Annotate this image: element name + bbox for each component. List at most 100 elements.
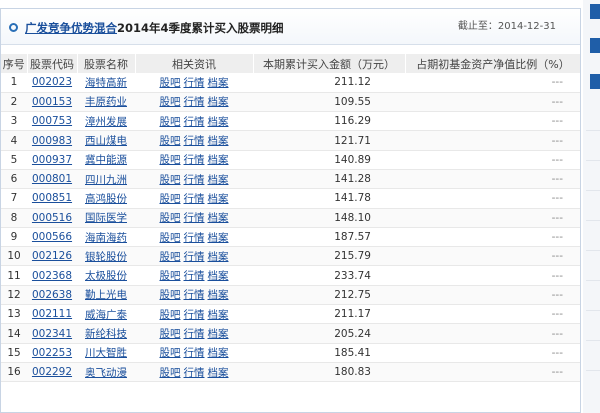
profile-link[interactable]: 档案 <box>208 328 229 340</box>
quote-link[interactable]: 行情 <box>184 347 205 359</box>
row-index: 1 <box>1 73 27 93</box>
guba-link[interactable]: 股吧 <box>160 212 181 224</box>
profile-link[interactable]: 档案 <box>208 309 229 321</box>
stock-code-link[interactable]: 002292 <box>32 366 72 378</box>
stock-code-link[interactable]: 000937 <box>32 154 72 166</box>
col-header-index: 序号 <box>1 54 28 73</box>
stock-name-link[interactable]: 银轮股份 <box>85 251 127 263</box>
fund-name-link[interactable]: 广发竞争优势混合 <box>25 20 117 36</box>
guba-link[interactable]: 股吧 <box>160 232 181 244</box>
stock-name-link[interactable]: 奥飞动漫 <box>85 367 127 379</box>
stock-name-link[interactable]: 四川九洲 <box>85 174 127 186</box>
col-header-code: 股票代码 <box>27 54 78 73</box>
stock-code-link[interactable]: 000153 <box>32 96 72 108</box>
profile-link[interactable]: 档案 <box>208 96 229 108</box>
quote-link[interactable]: 行情 <box>184 154 205 166</box>
guba-link[interactable]: 股吧 <box>160 135 181 147</box>
stock-name-link[interactable]: 丰原药业 <box>85 96 127 108</box>
stock-code-link[interactable]: 000516 <box>32 212 72 224</box>
stock-code-link[interactable]: 002253 <box>32 347 72 359</box>
quote-link[interactable]: 行情 <box>184 96 205 108</box>
stock-name-cell: 四川九洲 <box>77 169 135 190</box>
holdings-panel: 广发竞争优势混合 2014年4季度累计买入股票明细 截止至：2014-12-31… <box>0 8 581 413</box>
stock-name-link[interactable]: 海南海药 <box>85 232 127 244</box>
buy-amount: 211.12 <box>253 73 405 93</box>
quote-link[interactable]: 行情 <box>184 77 205 89</box>
stock-name-link[interactable]: 西山煤电 <box>85 135 127 147</box>
guba-link[interactable]: 股吧 <box>160 193 181 205</box>
stock-code-link[interactable]: 002341 <box>32 328 72 340</box>
quote-link[interactable]: 行情 <box>184 270 205 282</box>
panel-header: 广发竞争优势混合 2014年4季度累计买入股票明细 截止至：2014-12-31 <box>1 9 580 45</box>
stock-code-link[interactable]: 002111 <box>32 308 72 320</box>
nav-ratio: --- <box>405 246 580 267</box>
quote-link[interactable]: 行情 <box>184 232 205 244</box>
stock-name-link[interactable]: 国际医学 <box>85 212 127 224</box>
guba-link[interactable]: 股吧 <box>160 347 181 359</box>
stock-name-link[interactable]: 新纶科技 <box>85 328 127 340</box>
quote-link[interactable]: 行情 <box>184 328 205 340</box>
stock-code-link[interactable]: 002368 <box>32 270 72 282</box>
profile-link[interactable]: 档案 <box>208 193 229 205</box>
stock-code-cell: 002368 <box>27 265 77 286</box>
buy-amount: 215.79 <box>253 246 405 267</box>
profile-link[interactable]: 档案 <box>208 174 229 186</box>
profile-link[interactable]: 档案 <box>208 116 229 128</box>
quote-link[interactable]: 行情 <box>184 116 205 128</box>
stock-name-link[interactable]: 漳州发展 <box>85 116 127 128</box>
profile-link[interactable]: 档案 <box>208 347 229 359</box>
guba-link[interactable]: 股吧 <box>160 116 181 128</box>
stock-code-link[interactable]: 000566 <box>32 231 72 243</box>
guba-link[interactable]: 股吧 <box>160 309 181 321</box>
buy-amount: 233.74 <box>253 265 405 286</box>
stock-name-link[interactable]: 冀中能源 <box>85 154 127 166</box>
guba-link[interactable]: 股吧 <box>160 96 181 108</box>
quote-link[interactable]: 行情 <box>184 251 205 263</box>
quote-link[interactable]: 行情 <box>184 367 205 379</box>
related-info-cell: 股吧 行情 档案 <box>135 169 253 190</box>
nav-ratio: --- <box>405 73 580 93</box>
stock-name-link[interactable]: 勤上光电 <box>85 289 127 301</box>
guba-link[interactable]: 股吧 <box>160 174 181 186</box>
stock-name-link[interactable]: 海特高新 <box>85 77 127 89</box>
quote-link[interactable]: 行情 <box>184 289 205 301</box>
quote-link[interactable]: 行情 <box>184 135 205 147</box>
stock-name-link[interactable]: 威海广泰 <box>85 309 127 321</box>
profile-link[interactable]: 档案 <box>208 77 229 89</box>
quote-link[interactable]: 行情 <box>184 212 205 224</box>
guba-link[interactable]: 股吧 <box>160 251 181 263</box>
profile-link[interactable]: 档案 <box>208 212 229 224</box>
profile-link[interactable]: 档案 <box>208 270 229 282</box>
stock-code-cell: 002638 <box>27 285 77 306</box>
stock-code-link[interactable]: 002023 <box>32 76 72 88</box>
stock-name-cell: 勤上光电 <box>77 285 135 306</box>
stock-code-link[interactable]: 000983 <box>32 135 72 147</box>
guba-link[interactable]: 股吧 <box>160 154 181 166</box>
guba-link[interactable]: 股吧 <box>160 289 181 301</box>
stock-code-link[interactable]: 000851 <box>32 192 72 204</box>
profile-link[interactable]: 档案 <box>208 251 229 263</box>
guba-link[interactable]: 股吧 <box>160 270 181 282</box>
profile-link[interactable]: 档案 <box>208 135 229 147</box>
stock-name-link[interactable]: 太极股份 <box>85 270 127 282</box>
guba-link[interactable]: 股吧 <box>160 367 181 379</box>
stock-name-cell: 丰原药业 <box>77 92 135 113</box>
stock-name-cell: 冀中能源 <box>77 150 135 170</box>
stock-code-link[interactable]: 002638 <box>32 289 72 301</box>
stock-code-link[interactable]: 000753 <box>32 115 72 127</box>
stock-name-link[interactable]: 川大智胜 <box>85 347 127 359</box>
quote-link[interactable]: 行情 <box>184 193 205 205</box>
stock-name-link[interactable]: 高鸿股份 <box>85 193 127 205</box>
quote-link[interactable]: 行情 <box>184 309 205 321</box>
guba-link[interactable]: 股吧 <box>160 328 181 340</box>
profile-link[interactable]: 档案 <box>208 154 229 166</box>
table-header-row: 序号 股票代码 股票名称 相关资讯 本期累计买入金额（万元） 占期初基金资产净值… <box>1 54 580 73</box>
stock-name-cell: 威海广泰 <box>77 304 135 325</box>
guba-link[interactable]: 股吧 <box>160 77 181 89</box>
profile-link[interactable]: 档案 <box>208 289 229 301</box>
profile-link[interactable]: 档案 <box>208 232 229 244</box>
stock-code-link[interactable]: 002126 <box>32 250 72 262</box>
quote-link[interactable]: 行情 <box>184 174 205 186</box>
stock-code-link[interactable]: 000801 <box>32 173 72 185</box>
profile-link[interactable]: 档案 <box>208 367 229 379</box>
